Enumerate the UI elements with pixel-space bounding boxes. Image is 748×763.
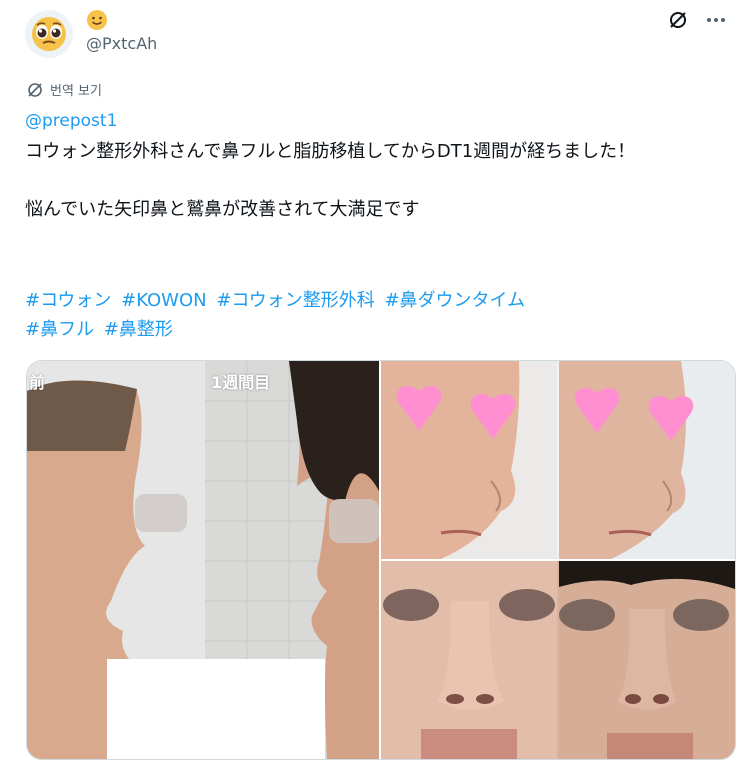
translate-icon [28,82,42,97]
hashtag-link[interactable]: #コウォン整形外科 [216,290,374,311]
tweet-text: コウォン整形外科さんで鼻フルと脂肪移植してからDT1週間が経ちました！ 悩んでい… [25,141,636,220]
slightly-smiling-face-icon [87,10,107,30]
translate-link[interactable]: 번역 보기 [26,80,102,99]
avatar[interactable] [25,10,73,58]
pleading-face-icon [32,17,66,51]
media-image-three-quarter[interactable] [381,361,735,559]
media-image-frontal[interactable] [381,561,735,759]
more-dots-icon [707,18,725,22]
tweet-actions [666,8,728,32]
slashed-circle-icon [670,12,686,28]
frontal-nose-photo [381,561,735,759]
user-handle[interactable]: @PxtcAh [86,34,157,53]
hashtag-link[interactable]: #コウォン [25,290,111,311]
translate-toggle-button[interactable] [666,8,690,32]
hashtag-link[interactable]: #鼻整形 [104,319,173,340]
three-quarter-faces-photo [381,361,735,559]
more-options-button[interactable] [704,8,728,32]
media-image-profile[interactable]: 前 1週間目 [27,361,379,759]
media-grid: 前 1週間目 [26,360,736,760]
hashtag-link[interactable]: #鼻ダウンタイム [384,290,525,311]
mention-link[interactable]: @prepost1 [25,111,117,131]
hashtag-link[interactable]: #KOWON [121,290,207,311]
hashtag-list: #コウォン #KOWON #コウォン整形外科 #鼻ダウンタイム #鼻フル #鼻整… [25,286,715,344]
translate-label: 번역 보기 [50,84,102,99]
name-emoji [86,9,108,31]
before-label: 前 [29,373,46,392]
hashtag-link[interactable]: #鼻フル [25,319,94,340]
after-label: 1週間目 [211,373,271,392]
profile-before-after-photo [27,361,379,759]
